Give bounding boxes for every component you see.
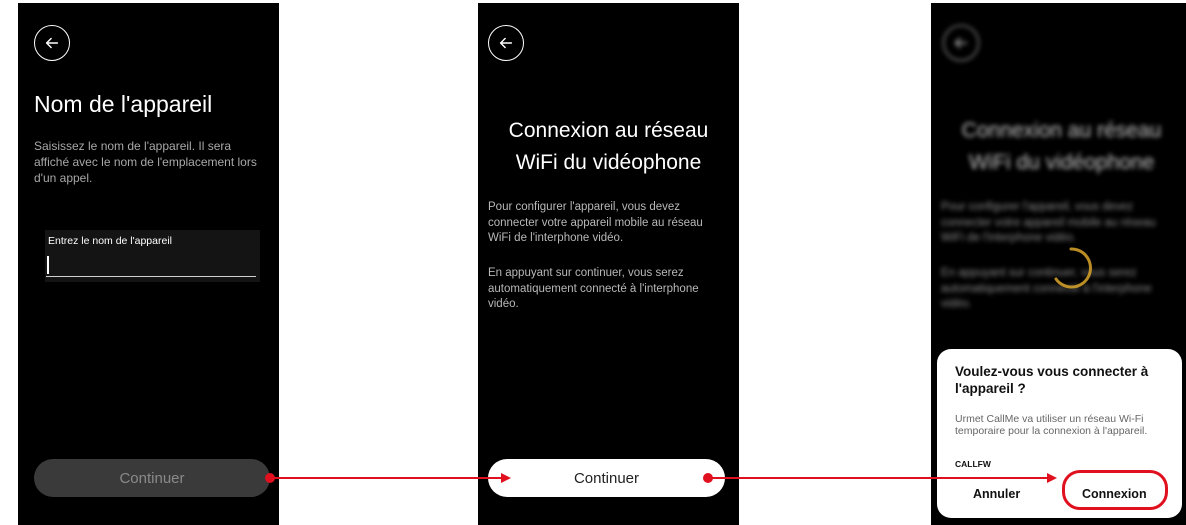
title-line-2: WiFi du vidéophone bbox=[968, 151, 1155, 174]
cancel-button[interactable]: Annuler bbox=[973, 487, 1020, 501]
title-line-2: WiFi du vidéophone bbox=[515, 151, 702, 174]
connect-button-highlight bbox=[1062, 470, 1168, 510]
dialog-title: Voulez-vous vous connecter à l'appareil … bbox=[955, 364, 1149, 396]
wifi-connect-screen: Connexion au réseau WiFi du vidéophone P… bbox=[478, 3, 739, 525]
page-title: Connexion au réseau WiFi du vidéophone bbox=[931, 115, 1186, 179]
continue-button[interactable]: Continuer bbox=[488, 459, 725, 497]
dialog-body: Urmet CallMe va utiliser un réseau Wi-Fi… bbox=[955, 413, 1148, 437]
wifi-connect-dialog-screen: Connexion au réseau WiFi du vidéophone P… bbox=[931, 3, 1186, 525]
auto-connect-text: En appuyant sur continuer, vous serez au… bbox=[488, 267, 699, 310]
arrow-left-icon bbox=[499, 37, 513, 49]
text-cursor bbox=[47, 256, 49, 274]
page-subtitle: Saisissez le nom de l'appareil. Il sera … bbox=[34, 139, 257, 185]
loading-spinner-icon bbox=[1054, 247, 1092, 289]
title-line-1: Connexion au réseau bbox=[961, 119, 1162, 142]
continue-button-disabled[interactable]: Continuer bbox=[34, 459, 270, 497]
title-line-1: Connexion au réseau bbox=[508, 119, 709, 142]
back-button[interactable] bbox=[34, 25, 70, 61]
back-button bbox=[943, 25, 979, 61]
device-name-field[interactable]: Entrez le nom de l'appareil bbox=[45, 230, 260, 282]
page-title: Nom de l'appareil bbox=[34, 91, 213, 117]
arrow-left-icon bbox=[954, 37, 968, 49]
page-title: Connexion au réseau WiFi du vidéophone bbox=[478, 115, 739, 179]
arrow-left-icon bbox=[45, 37, 59, 49]
back-button[interactable] bbox=[488, 25, 524, 61]
device-name-label: Entrez le nom de l'appareil bbox=[48, 235, 172, 247]
instruction-text: Pour configurer l'appareil, vous devez c… bbox=[941, 201, 1156, 244]
device-name-input[interactable] bbox=[46, 250, 256, 277]
arrow-1 bbox=[265, 473, 511, 483]
dialog-ssid: CALLFW bbox=[955, 459, 991, 469]
instruction-text: Pour configurer l'appareil, vous devez c… bbox=[488, 201, 703, 244]
device-name-screen: Nom de l'appareil Saisissez le nom de l'… bbox=[18, 3, 279, 525]
